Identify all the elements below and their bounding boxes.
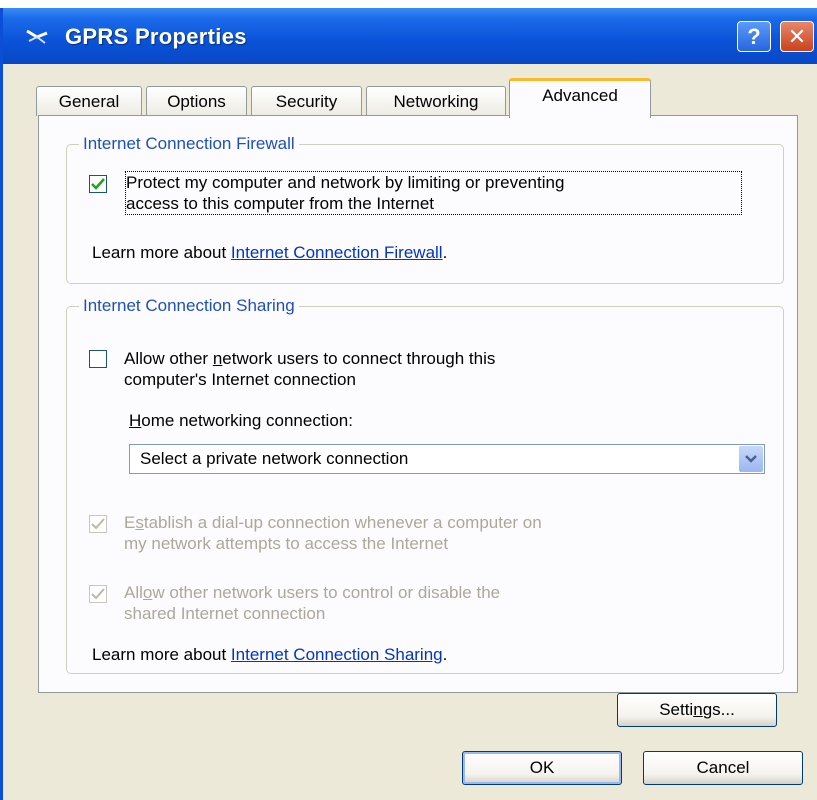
help-button[interactable]: ? [737, 21, 771, 52]
tab-advanced[interactable]: Advanced [509, 78, 651, 118]
protect-label[interactable]: Protect my computer and network by limit… [125, 171, 742, 215]
checkmark-icon [91, 178, 105, 190]
protect-label-line2: access to this computer from the Interne… [126, 194, 435, 213]
help-icon: ? [747, 23, 761, 49]
ok-button[interactable]: OK [462, 751, 622, 785]
control-line1: Allow other network users to control or … [124, 582, 500, 603]
tab-networking[interactable]: Networking [366, 86, 506, 116]
tab-label: Networking [393, 92, 479, 111]
close-icon: ✕ [787, 23, 807, 49]
home-networking-label: Home networking connection: [129, 410, 353, 431]
tab-options[interactable]: Options [146, 86, 247, 116]
accel-key: n [212, 349, 223, 368]
select-value: Select a private network connection [140, 449, 409, 468]
learn-more-prefix: Learn more about [92, 645, 231, 664]
allow-control-label: Allow other network users to control or … [124, 582, 500, 624]
text-part: E [124, 513, 136, 532]
accel-key: o [142, 583, 153, 602]
accel-key: s [135, 513, 144, 532]
tab-panel-advanced: Internet Connection Firewall Protect my … [38, 115, 798, 727]
text-part: Setti [659, 700, 694, 719]
allow-control-checkbox[interactable] [89, 585, 107, 603]
firewall-learn-more: Learn more about Internet Connection Fir… [92, 242, 447, 263]
text-part: w other network users to control or disa… [152, 583, 501, 602]
firewall-group: Internet Connection Firewall Protect my … [66, 134, 784, 284]
accel-key: n [693, 700, 703, 719]
tab-label: Options [167, 92, 226, 111]
network-connection-icon [26, 29, 48, 44]
allow-connect-line2: computer's Internet connection [124, 370, 356, 389]
chevron-down-icon[interactable] [739, 446, 763, 472]
establish-dialup-checkbox[interactable] [89, 515, 107, 533]
properties-dialog: GPRS Properties ? ✕ General Options Secu… [0, 8, 817, 800]
chevron-svg [745, 455, 757, 463]
title-bar[interactable]: GPRS Properties ? ✕ [3, 8, 817, 64]
text-part: ome networking connection: [141, 411, 353, 430]
close-button[interactable]: ✕ [780, 21, 814, 52]
checkmark-icon [91, 518, 105, 530]
protect-checkbox[interactable] [89, 175, 107, 193]
establish-dialup-label: Establish a dial-up connection whenever … [124, 512, 542, 554]
window-title: GPRS Properties [65, 24, 247, 49]
tab-label: Advanced [542, 86, 618, 105]
checkmark-icon [91, 588, 105, 600]
firewall-help-link[interactable]: Internet Connection Firewall [231, 243, 443, 262]
establish-line2: my network attempts to access the Intern… [124, 534, 449, 553]
allow-connect-label[interactable]: Allow other network users to connect thr… [124, 348, 495, 390]
establish-line1: Establish a dial-up connection whenever … [124, 512, 542, 533]
text-part: tablish a dial-up connection whenever a … [143, 513, 542, 532]
tab-label: General [58, 92, 120, 111]
tab-security[interactable]: Security [251, 86, 362, 116]
protect-label-line1: Protect my computer and network by limit… [126, 173, 565, 192]
allow-connect-line1: Allow other network users to connect thr… [124, 348, 495, 369]
tab-label: Security [275, 92, 338, 111]
text-part: gs... [702, 700, 735, 719]
text-part: etwork users to connect through this [222, 349, 496, 368]
settings-button[interactable]: Settings... [617, 693, 777, 727]
sharing-learn-more: Learn more about Internet Connection Sha… [92, 644, 447, 665]
sharing-help-link[interactable]: Internet Connection Sharing [231, 645, 443, 664]
sharing-group: Internet Connection Sharing Allow other … [66, 296, 784, 674]
sharing-group-label: Internet Connection Sharing [79, 296, 299, 316]
tab-general[interactable]: General [36, 86, 142, 116]
firewall-group-label: Internet Connection Firewall [79, 134, 299, 154]
text-part: All [124, 583, 143, 602]
learn-more-suffix: . [442, 645, 448, 664]
allow-connect-checkbox[interactable] [89, 350, 107, 368]
learn-more-suffix: . [442, 243, 448, 262]
learn-more-prefix: Learn more about [92, 243, 231, 262]
control-line2: shared Internet connection [124, 604, 326, 623]
accel-key: H [129, 411, 142, 430]
home-networking-select[interactable]: Select a private network connection [129, 444, 765, 474]
cancel-button[interactable]: Cancel [643, 751, 803, 785]
text-part: Allow other [124, 349, 213, 368]
